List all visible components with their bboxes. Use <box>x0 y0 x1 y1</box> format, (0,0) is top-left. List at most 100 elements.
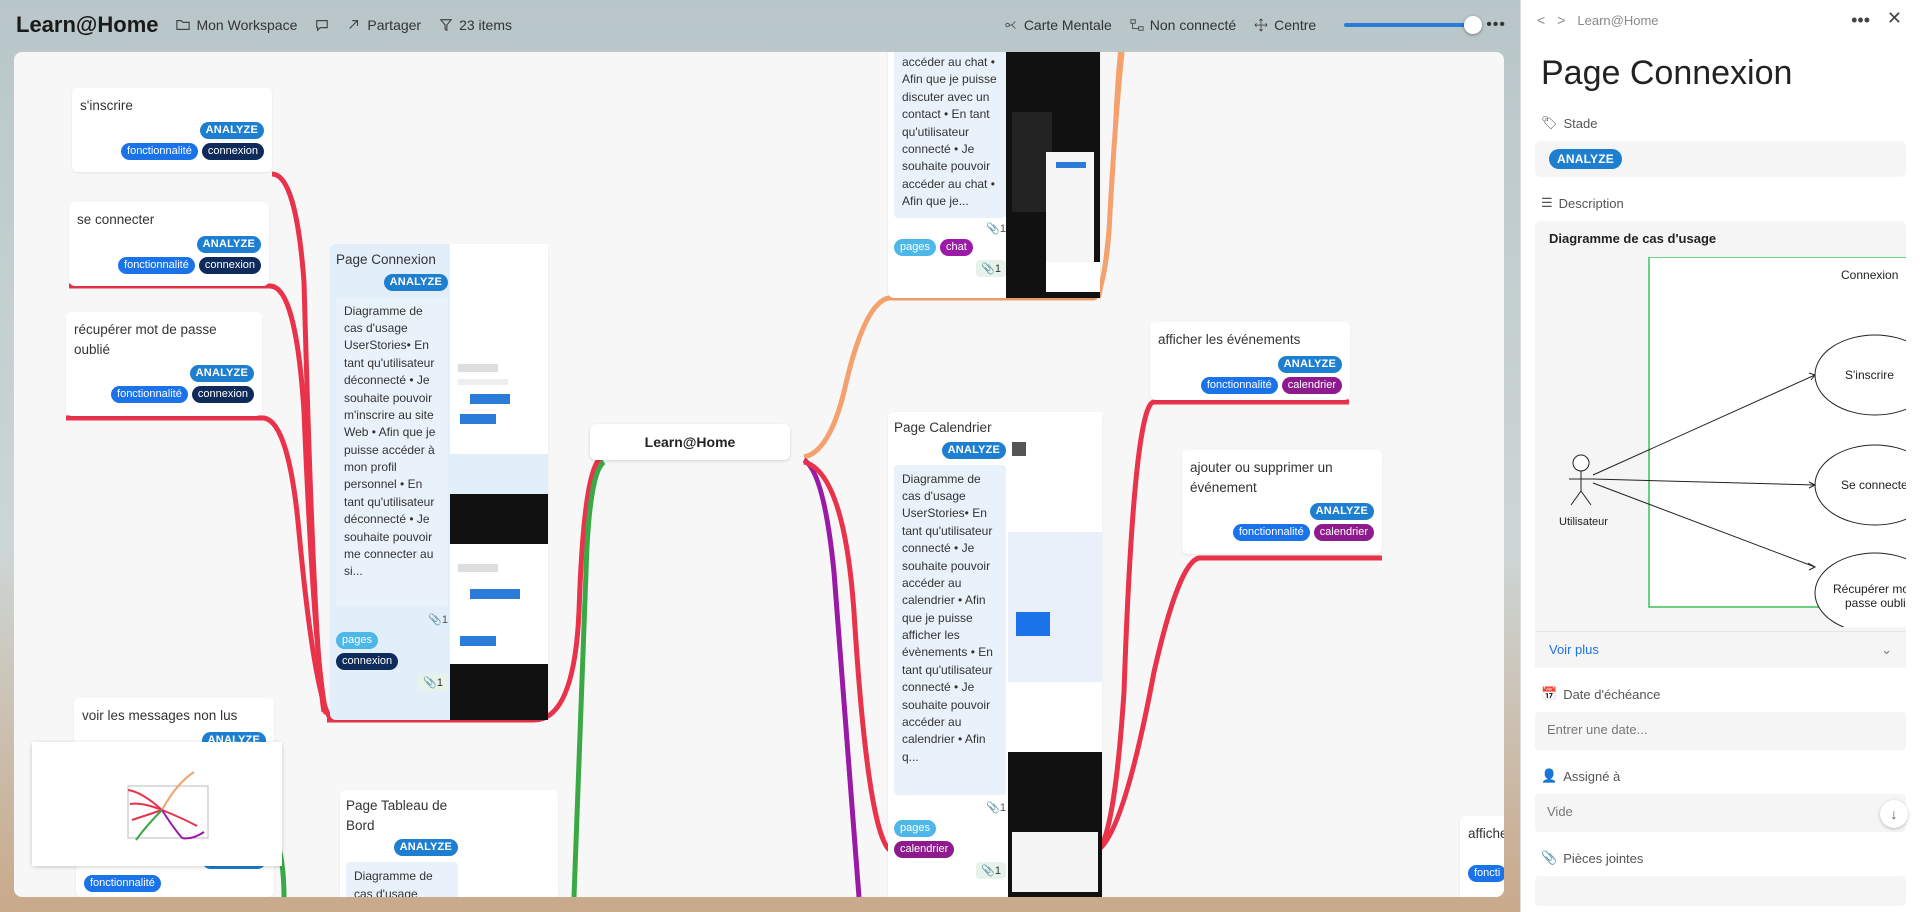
tag-fonctionnalite: fonctionnalité <box>1200 376 1278 394</box>
share-icon <box>349 20 359 29</box>
node-recuperer[interactable]: récupérer mot de passe oublié ANALYZE fo… <box>66 312 262 416</box>
attachment-count: 1 <box>994 263 1001 275</box>
comments-button[interactable] <box>315 18 329 32</box>
tag-fonctionnalite: foncti <box>1468 864 1504 882</box>
stage-badge: ANALYZE <box>189 365 254 383</box>
paragraph-icon: ☰ <box>1541 195 1553 210</box>
forward-arrow-icon[interactable]: > <box>1557 12 1565 28</box>
panel-more-icon[interactable]: ••• <box>1851 10 1870 31</box>
description-heading: Diagramme de cas d'usage <box>1549 231 1717 246</box>
panel-title[interactable]: Page Connexion <box>1521 40 1920 111</box>
assigned-field[interactable]: Vide <box>1535 794 1906 832</box>
stage-badge: ANALYZE <box>383 273 448 291</box>
use-case-diagram: Connexion S'inscrire Se connecte Récupér… <box>1559 257 1906 627</box>
node-description: Diagramme de cas d'usage <box>346 862 458 897</box>
paperclip-icon: 📎 <box>423 676 437 689</box>
stage-badge: ANALYZE <box>1277 355 1342 373</box>
filter-icon <box>439 19 453 32</box>
page-screenshot-thumbnail <box>450 244 548 720</box>
link-recuperer <box>66 415 333 720</box>
close-icon[interactable]: ✕ <box>1887 8 1902 29</box>
attachment-count: 1 <box>436 676 443 689</box>
app-title: Learn@Home <box>16 12 159 37</box>
link-purple <box>802 457 862 897</box>
node-afficher-evenements[interactable]: afficher les événements ANALYZE fonction… <box>1150 322 1350 400</box>
paperclip-icon: 📎 <box>986 223 1000 235</box>
node-title: ajouter ou supprimer un événement <box>1190 460 1333 495</box>
attachments-section-label: 📎 Pièces jointes <box>1521 846 1920 870</box>
due-date-placeholder: Entrer une date... <box>1547 722 1648 737</box>
node-page-chat[interactable]: accéder au chat • Afin que je puisse dis… <box>888 52 1100 298</box>
link-orange-2 <box>1097 52 1122 299</box>
tag-connexion: connexion <box>191 386 254 404</box>
paperclip-icon: 📎 <box>428 613 442 626</box>
scroll-down-button[interactable]: ↓ <box>1880 800 1908 828</box>
use-case-connecter: Se connecte <box>1841 478 1906 492</box>
more-menu-icon[interactable]: ••• <box>1486 16 1506 34</box>
due-date-label: Date d'échéance <box>1563 686 1661 702</box>
details-panel: < > Learn@Home ••• ✕ Page Connexion 🏷 St… <box>1520 0 1920 912</box>
connection-status-label: Non connecté <box>1149 17 1237 33</box>
stage-badge: ANALYZE <box>1309 503 1374 521</box>
top-bar: Learn@Home Mon Workspace Partager 23 ite… <box>0 0 1520 50</box>
person-icon: 👤 <box>1541 768 1558 783</box>
stage-section-label: 🏷 Stade <box>1521 111 1920 135</box>
node-title: affiche <box>1468 826 1504 841</box>
attachment-count: 1 <box>994 864 1001 877</box>
stage-badge: ANALYZE <box>941 441 1006 459</box>
thumbnail-image <box>1008 412 1102 897</box>
node-page-connexion[interactable]: Page Connexion ANALYZE Diagramme de cas … <box>330 244 548 720</box>
node-inscrire[interactable]: s'inscrire ANALYZE fonctionnalité connex… <box>72 88 272 172</box>
zoom-slider-knob[interactable] <box>1464 16 1483 34</box>
tag-pages: pages <box>894 239 936 256</box>
tag-pages: pages <box>336 631 378 649</box>
center-button[interactable]: Centre <box>1254 17 1316 33</box>
assigned-value: Vide <box>1547 804 1573 819</box>
node-description: Diagramme de cas d'usage UserStories• En… <box>336 296 448 607</box>
filter-button[interactable]: 23 items <box>439 17 512 33</box>
description-content[interactable]: Diagramme de cas d'usage Connexion S'ins… <box>1535 221 1906 631</box>
node-connecter[interactable]: se connecter ANALYZE fonctionnalité conn… <box>69 202 269 286</box>
attachments-field[interactable] <box>1535 876 1906 906</box>
actor-label: Utilisateur <box>1559 516 1608 528</box>
workspace-button[interactable]: Mon Workspace <box>176 17 297 33</box>
due-date-input[interactable]: Entrer une date... <box>1535 712 1906 750</box>
node-description: Diagramme de cas d'usage UserStories• En… <box>894 464 1006 795</box>
node-title: s'inscrire <box>80 98 133 113</box>
node-title: Page Calendrier <box>894 420 992 435</box>
tag-calendrier: calendrier <box>1281 376 1342 394</box>
share-button[interactable]: Partager <box>347 17 421 33</box>
node-title: afficher les événements <box>1158 332 1301 347</box>
use-case-inscrire: S'inscrire <box>1845 368 1894 382</box>
minimap[interactable] <box>32 742 282 866</box>
connection-status-button[interactable]: Non connecté <box>1130 17 1236 33</box>
root-title: Learn@Home <box>644 434 736 450</box>
see-more-button[interactable]: Voir plus ⌄ <box>1535 631 1906 668</box>
due-date-section-label: 📅 Date d'échéance <box>1521 682 1920 706</box>
link-ajouter-evt <box>1096 555 1382 853</box>
node-ajouter-evenement[interactable]: ajouter ou supprimer un événement ANALYZ… <box>1182 450 1382 554</box>
root-node[interactable]: Learn@Home <box>590 424 790 460</box>
paperclip-icon: 📎 <box>981 263 995 275</box>
see-more-label: Voir plus <box>1549 642 1599 657</box>
panel-breadcrumb[interactable]: Learn@Home <box>1577 13 1658 28</box>
view-mode-button[interactable]: Carte Mentale <box>1004 17 1112 33</box>
node-partial-right[interactable]: affiche foncti <box>1460 816 1504 897</box>
node-description: accéder au chat • Afin que je puisse dis… <box>894 52 1006 218</box>
node-page-tableau[interactable]: Page Tableau de Bord ANALYZE Diagramme d… <box>340 790 558 897</box>
stage-badge: ANALYZE <box>196 235 261 253</box>
calendar-icon: 📅 <box>1541 686 1558 701</box>
stage-field[interactable]: ANALYZE <box>1535 141 1906 177</box>
attachment-badge: 📎1 <box>418 673 448 691</box>
back-arrow-icon[interactable]: < <box>1537 12 1545 28</box>
center-label: Centre <box>1274 17 1317 33</box>
description-label: Description <box>1558 195 1624 211</box>
zoom-slider[interactable] <box>1344 16 1483 34</box>
link-green <box>571 459 606 897</box>
assigned-section-label: 👤 Assigné à <box>1521 764 1920 788</box>
node-title: voir les messages non lus <box>82 708 238 723</box>
minimap-graphic <box>32 742 282 866</box>
node-page-calendrier[interactable]: Page Calendrier ANALYZE Diagramme de cas… <box>888 412 1102 897</box>
move-icon <box>1254 18 1268 32</box>
thumbnail-image <box>450 244 548 720</box>
